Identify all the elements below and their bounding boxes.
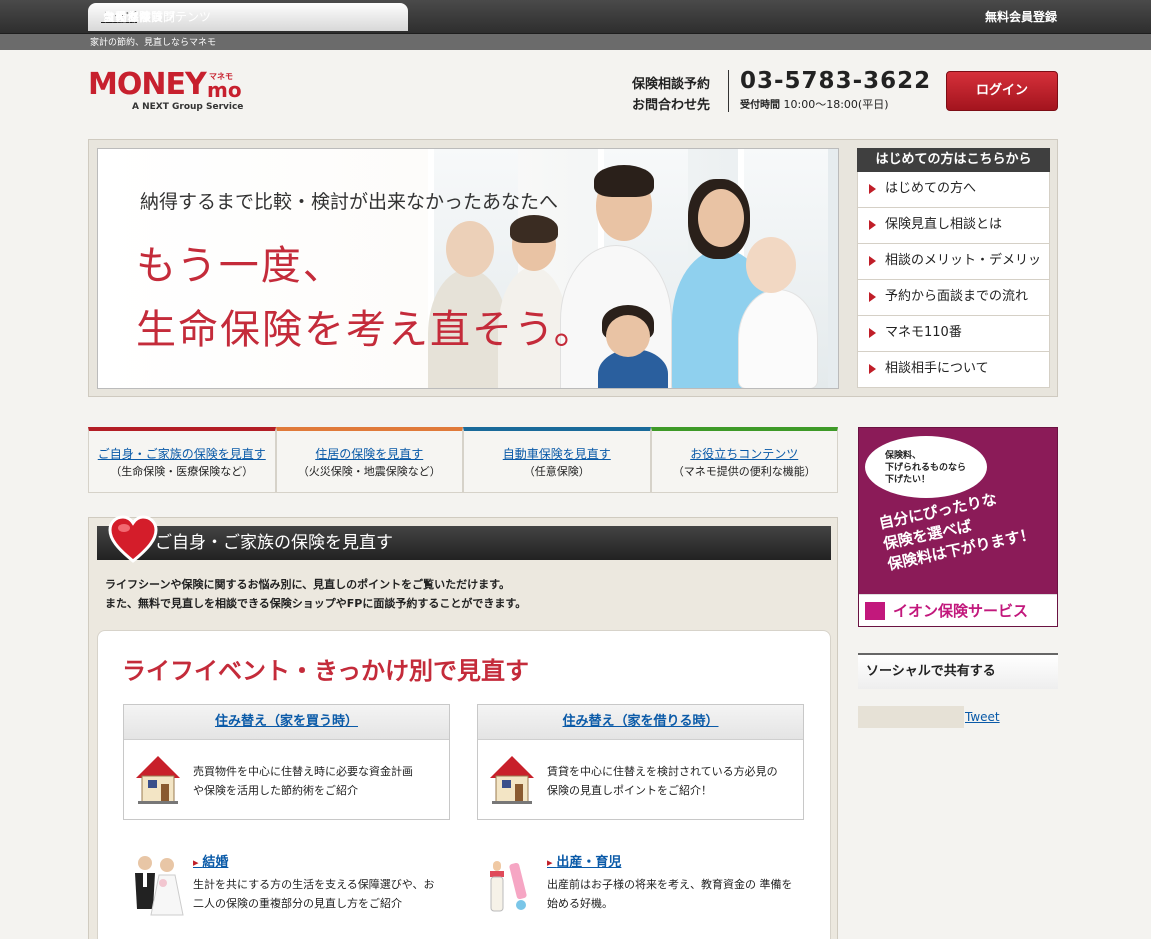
hero-headline-2: 生命保険を考え直そう。 <box>136 307 596 353</box>
section-intro: ライフシーンや保険に関するお悩み別に、見直しのポイントをご覧いただけます。 また… <box>105 575 526 613</box>
marriage-text: 生計を共にする方の生活を支える保障選びや、お二人の保険の重複部分の見直し方をご紹… <box>193 878 435 910</box>
life-event-title: ライフイベント・きっかけ別で見直す <box>122 657 530 685</box>
beginner-item-110[interactable]: マネモ110番 <box>857 316 1050 352</box>
ad-bubble-line-3: 下げたい！ <box>885 475 931 485</box>
share-widget-placeholder <box>858 706 964 728</box>
move-rent-text: 賃貸を中心に住替えを検討されている方必見の 保険の見直しポイントをご紹介！ <box>547 762 778 800</box>
move-buy-link[interactable]: 住み替え（家を買う時） <box>124 705 449 740</box>
ad-brand-bar: イオン保険サービス <box>859 594 1057 626</box>
section-header: ご自身・ご家族の保険を見直す <box>97 515 831 563</box>
beginner-item-intro[interactable]: はじめての方へ <box>857 172 1050 208</box>
section-intro-line-2: また、無料で見直しを相談できる保険ショップやFPに面談予約することができます。 <box>105 597 527 610</box>
hours-value: 10:00〜18:00(平日) <box>783 98 889 111</box>
category-housing-link[interactable]: 住居の保険を見直す <box>277 445 463 463</box>
ad-message: 自分にぴったりな 保険を選べば 保険料は下がります！ <box>877 483 1037 576</box>
tagline: 家計の節約、見直しならマネモ <box>90 38 217 48</box>
marriage-link[interactable]: 結婚 <box>193 851 228 870</box>
free-register-link[interactable]: 無料会員登録 <box>985 0 1057 34</box>
contact-label-2: お問合わせ先 <box>632 98 711 113</box>
family-photo-child-head <box>606 315 650 357</box>
tagline-bar: 家計の節約、見直しならマネモ <box>0 34 1151 50</box>
family-photo-mother-head <box>698 189 744 247</box>
category-car-link[interactable]: 自動車保険を見直す <box>464 445 650 463</box>
nav-sitemap[interactable]: サイトマップ <box>88 3 408 31</box>
phone-number: 03-5783-3622 <box>740 68 932 94</box>
category-car-sub: （任意保険） <box>523 465 590 478</box>
contact-label-1: 保険相談予約 <box>632 77 711 92</box>
beginner-item-consultation[interactable]: 保険見直し相談とは <box>857 208 1050 244</box>
category-housing[interactable]: 住居の保険を見直す （火災保険・地震保険など） <box>275 427 463 493</box>
beginner-menu: はじめての方はこちらから はじめての方へ 保険見直し相談とは 相談のメリット・デ… <box>857 148 1050 389</box>
category-useful-link[interactable]: お役立ちコンテンツ <box>652 445 838 463</box>
beginner-item-flow[interactable]: 予約から面談までの流れ <box>857 280 1050 316</box>
house-icon <box>490 756 534 804</box>
category-family-sub: （生命保険・医療保険など） <box>110 465 254 478</box>
category-family-link[interactable]: ご自身・ご家族の保険を見直す <box>89 445 275 463</box>
login-button[interactable]: ログイン <box>946 71 1058 111</box>
category-car[interactable]: 自動車保険を見直す （任意保険） <box>463 427 651 493</box>
move-rent-text-line-1: 賃貸を中心に住替えを検討されている方必見の <box>547 765 778 778</box>
family-photo-baby-head <box>746 237 796 293</box>
category-tabs: ご自身・ご家族の保険を見直す （生命保険・医療保険など） 住居の保険を見直す （… <box>88 427 838 493</box>
move-buy-box: 住み替え（家を買う時） 売買物件を中心に住替え時に必要な資金計画 や保険を活用し… <box>123 704 450 820</box>
aeon-logo-icon <box>865 602 885 620</box>
family-photo-father-hair <box>594 165 654 197</box>
heart-icon <box>108 515 158 563</box>
social-share-heading: ソーシャルで共有する <box>858 653 1058 689</box>
beginner-item-merits[interactable]: 相談のメリット・デメリット <box>857 244 1050 302</box>
section-intro-line-1: ライフシーンや保険に関するお悩み別に、見直しのポイントをご覧いただけます。 <box>105 578 511 591</box>
site-logo[interactable]: MONEY マネモ mo A NEXT Group Service <box>88 68 248 116</box>
hero-banner[interactable]: 納得するまで比較・検討が出来なかったあなたへ もう一度、 生命保険を考え直そう。 <box>97 148 839 389</box>
childbirth-link[interactable]: 出産・育児 <box>547 851 621 870</box>
ad-brand-name: イオン保険サービス <box>893 602 1029 620</box>
tweet-link[interactable]: Tweet <box>965 710 1000 724</box>
life-event-card: ライフイベント・きっかけ別で見直す 住み替え（家を買う時） 売買物件を中心に住替… <box>97 630 831 939</box>
family-insurance-section: ご自身・ご家族の保険を見直す ライフシーンや保険に関するお悩み別に、見直しのポイ… <box>88 515 838 939</box>
family-photo-baby <box>738 289 818 388</box>
category-family[interactable]: ご自身・ご家族の保険を見直す （生命保険・医療保険など） <box>88 427 276 493</box>
ad-bubble-line-1: 保険料、 <box>885 451 922 461</box>
contact-info: 保険相談予約 お問合わせ先 03-5783-3622 受付時間 10:00〜18… <box>632 68 932 114</box>
move-rent-link[interactable]: 住み替え（家を借りる時） <box>478 705 803 740</box>
hours-label: 受付時間 <box>740 100 780 111</box>
category-useful[interactable]: お役立ちコンテンツ （マネモ提供の便利な機能） <box>650 427 838 493</box>
family-photo-grandfather-head <box>446 221 494 277</box>
hero-tagline: 納得するまで比較・検討が出来なかったあなたへ <box>140 191 559 213</box>
move-buy-text-line-1: 売買物件を中心に住替え時に必要な資金計画 <box>193 765 413 778</box>
hero-headline-1: もう一度、 <box>136 243 345 289</box>
category-useful-sub: （マネモ提供の便利な機能） <box>672 465 816 478</box>
baby-bottle-icon <box>490 861 527 912</box>
logo-mo: mo <box>207 78 242 102</box>
move-buy-text-line-2: や保険を活用した節約術をご紹介 <box>193 784 358 797</box>
global-nav: トップ 生命保険 火災保険 自動車保険 お役立ちコンテンツ よくある質問 サイト… <box>0 0 1151 34</box>
business-hours: 受付時間 10:00〜18:00(平日) <box>740 96 888 112</box>
childbirth-text: 出産前はお子様の将来を考え、教育資金の 準備を始める好機。 <box>547 878 793 910</box>
section-title: ご自身・ご家族の保険を見直す <box>155 533 393 553</box>
beginner-item-advisors[interactable]: 相談相手について <box>857 352 1050 388</box>
ad-speech-bubble: 保険料、 下げられるものなら 下げたい！ <box>865 436 987 498</box>
house-icon <box>136 756 180 804</box>
aeon-ad-banner[interactable]: 保険料、 下げられるものなら 下げたい！ 自分にぴったりな 保険を選べば 保険料… <box>858 427 1058 627</box>
move-rent-box: 住み替え（家を借りる時） 賃貸を中心に住替えを検討されている方必見の 保険の見直… <box>477 704 804 820</box>
beginner-menu-title: はじめての方はこちらから <box>857 148 1050 172</box>
logo-subtitle: A NEXT Group Service <box>132 102 244 112</box>
childbirth-item: 出産・育児 出産前はお子様の将来を考え、教育資金の 準備を始める好機。 <box>477 851 797 921</box>
marriage-item: 結婚 生計を共にする方の生活を支える保障選びや、お二人の保険の重複部分の見直し方… <box>123 851 443 921</box>
category-housing-sub: （火災保険・地震保険など） <box>297 465 441 478</box>
logo-money: MONEY <box>88 67 207 102</box>
contact-divider <box>728 70 729 112</box>
wedding-couple-icon <box>135 856 184 916</box>
move-buy-text: 売買物件を中心に住替え時に必要な資金計画 や保険を活用した節約術をご紹介 <box>193 762 413 800</box>
hero-area: 納得するまで比較・検討が出来なかったあなたへ もう一度、 生命保険を考え直そう。… <box>88 139 1058 397</box>
ad-bubble-line-2: 下げられるものなら <box>885 463 967 473</box>
move-rent-text-line-2: 保険の見直しポイントをご紹介！ <box>547 784 712 797</box>
family-photo-grandmother-hair <box>510 215 558 243</box>
ad-bubble-text: 保険料、 下げられるものなら 下げたい！ <box>885 450 966 486</box>
